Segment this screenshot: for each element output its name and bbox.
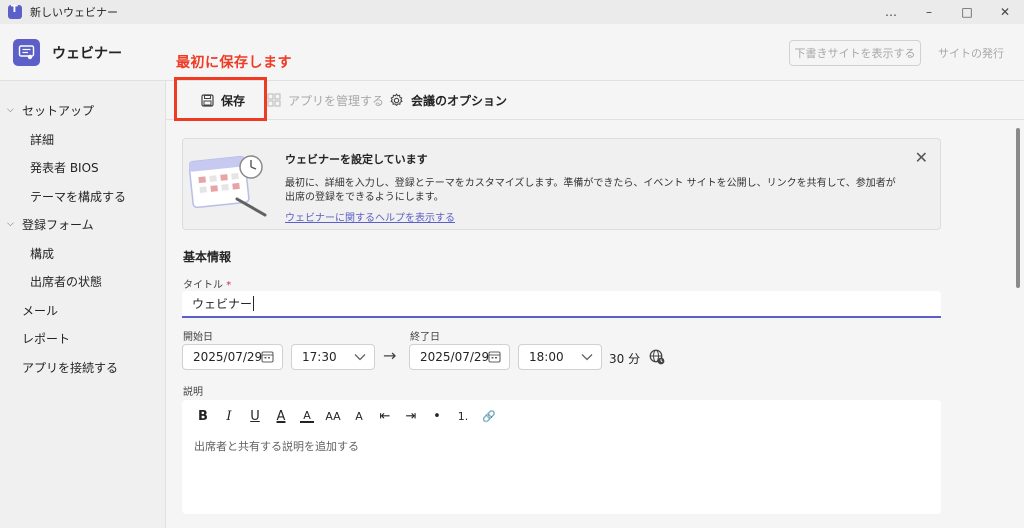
sidebar-item-label: 出席者の状態: [30, 274, 103, 289]
annotation-text: 最初に保存します: [176, 55, 292, 71]
title-input[interactable]: ウェビナー: [182, 291, 941, 318]
end-date-label: 終了日: [410, 332, 440, 343]
sidebar-item-configure[interactable]: 構成: [30, 242, 54, 264]
gear-icon: [390, 92, 403, 106]
meeting-options-label: 会議のオプション: [411, 93, 508, 108]
highlight-icon[interactable]: A: [268, 406, 294, 426]
sidebar-item-label: アプリを接続する: [22, 360, 119, 375]
sidebar-item-label: 構成: [30, 246, 55, 261]
increase-indent-icon[interactable]: ⇥: [398, 406, 424, 426]
sidebar-item-label: 登録フォーム: [22, 217, 94, 232]
format-toolbar: B I U A A AA A ⇤ ⇥ • 1. 🔗: [190, 406, 502, 426]
chevron-down-icon: [581, 354, 593, 361]
manage-apps-button[interactable]: アプリを管理する: [267, 81, 384, 119]
sidebar-item-attendee-status[interactable]: 出席者の状態: [30, 270, 102, 292]
underline-icon[interactable]: U: [242, 406, 268, 426]
timezone-globe-icon[interactable]: [649, 349, 665, 365]
toolbar: 保存 アプリを管理する 会議のオプション: [166, 80, 1024, 120]
title-label-text: タイトル: [183, 280, 223, 291]
section-heading: 基本情報: [183, 250, 232, 264]
meeting-options-button[interactable]: 会議のオプション: [389, 81, 507, 119]
clear-format-icon[interactable]: A: [346, 406, 372, 426]
apps-icon: [267, 93, 281, 107]
end-time-value: 18:00: [529, 350, 564, 364]
text-caret: [253, 296, 255, 311]
manage-apps-label: アプリを管理する: [288, 93, 385, 108]
banner-body: 最初に、詳細を入力し、登録とテーマをカスタマイズします。準備ができたら、イベント…: [285, 178, 896, 203]
required-mark: *: [226, 280, 232, 291]
chevron-down-icon: [354, 354, 366, 361]
sidebar-item-label: テーマを構成する: [30, 189, 127, 204]
close-window-icon[interactable]: ✕: [986, 0, 1024, 24]
webinar-logo-icon: [13, 39, 40, 66]
sidebar-item-connect-apps[interactable]: アプリを接続する: [22, 356, 118, 378]
link-icon[interactable]: 🔗: [476, 406, 502, 426]
setup-banner: ウェビナーを設定しています 最初に、詳細を入力し、登録とテーマをカスタマイズしま…: [182, 138, 941, 230]
description-placeholder: 出席者と共有する説明を追加する: [194, 440, 359, 453]
sidebar-item-label: メール: [22, 303, 59, 318]
view-draft-site-button[interactable]: 下書きサイトを表示する: [789, 40, 921, 66]
maximize-icon[interactable]: □: [948, 0, 986, 24]
window-controls: … – □ ✕: [872, 0, 1024, 24]
start-time-select[interactable]: 17:30: [291, 344, 375, 370]
end-date-field[interactable]: 2025/07/29: [409, 344, 510, 370]
sidebar-item-label: レポート: [22, 331, 71, 346]
font-color-icon[interactable]: A: [300, 409, 314, 423]
teams-logo-icon: [8, 4, 22, 19]
app-header: ウェビナー 下書きサイトを表示する サイトの発行: [0, 24, 1024, 80]
sidebar-item-presenter-bios[interactable]: 発表者 BIOS: [30, 156, 99, 178]
calendar-icon: [488, 351, 501, 363]
start-date-field[interactable]: 2025/07/29: [182, 344, 283, 370]
description-editor[interactable]: B I U A A AA A ⇤ ⇥ • 1. 🔗 出席者と共有する説明を追加す…: [182, 400, 941, 514]
bullet-list-icon[interactable]: •: [424, 406, 450, 426]
italic-icon[interactable]: I: [216, 406, 242, 426]
sidebar: ⌵ セットアップ 詳細 発表者 BIOS テーマを構成する ⌵ 登録フォーム 構…: [0, 80, 166, 528]
numbered-list-icon[interactable]: 1.: [450, 406, 476, 426]
help-link[interactable]: ウェビナーに関するヘルプを表示する: [285, 209, 455, 224]
banner-title: ウェビナーを設定しています: [285, 153, 428, 166]
close-icon[interactable]: ✕: [915, 148, 928, 167]
arrow-right-icon: →: [383, 346, 397, 365]
title-bar: 新しいウェビナー … – □ ✕: [0, 0, 1024, 24]
sidebar-item-report[interactable]: レポート: [22, 327, 70, 349]
sidebar-item-label: 発表者 BIOS: [30, 160, 99, 175]
sidebar-item-registration-form[interactable]: ⌵ 登録フォーム: [7, 213, 94, 235]
sidebar-item-label: セットアップ: [22, 103, 95, 118]
scrollbar[interactable]: [1016, 128, 1020, 288]
minimize-icon[interactable]: –: [910, 0, 948, 24]
sidebar-item-details[interactable]: 詳細: [30, 128, 54, 150]
chevron-down-icon: ⌵: [7, 105, 14, 115]
more-options-icon[interactable]: …: [872, 0, 910, 24]
duration-text: 30 分: [609, 352, 641, 366]
font-size-icon[interactable]: AA: [320, 406, 346, 426]
start-time-value: 17:30: [302, 350, 337, 364]
start-date-label: 開始日: [183, 332, 213, 343]
calendar-icon: [261, 351, 274, 363]
start-date-value: 2025/07/29: [193, 350, 263, 364]
bold-icon[interactable]: B: [190, 406, 216, 426]
title-label: タイトル *: [183, 276, 231, 291]
calendar-illustration-icon: [189, 155, 267, 217]
window-title: 新しいウェビナー: [30, 6, 118, 19]
decrease-indent-icon[interactable]: ⇤: [372, 406, 398, 426]
sidebar-item-label: 詳細: [30, 132, 55, 147]
title-value: ウェビナー: [192, 297, 253, 311]
description-label: 説明: [183, 387, 203, 398]
sidebar-item-setup[interactable]: ⌵ セットアップ: [7, 99, 95, 121]
chevron-down-icon: ⌵: [7, 219, 14, 229]
sidebar-item-email[interactable]: メール: [22, 299, 58, 321]
sidebar-item-theme[interactable]: テーマを構成する: [30, 185, 126, 207]
end-date-value: 2025/07/29: [420, 350, 490, 364]
end-time-select[interactable]: 18:00: [518, 344, 602, 370]
annotation-highlight-box: [174, 77, 267, 121]
page-title: ウェビナー: [52, 46, 122, 62]
publish-site-button[interactable]: サイトの発行: [931, 40, 1011, 66]
